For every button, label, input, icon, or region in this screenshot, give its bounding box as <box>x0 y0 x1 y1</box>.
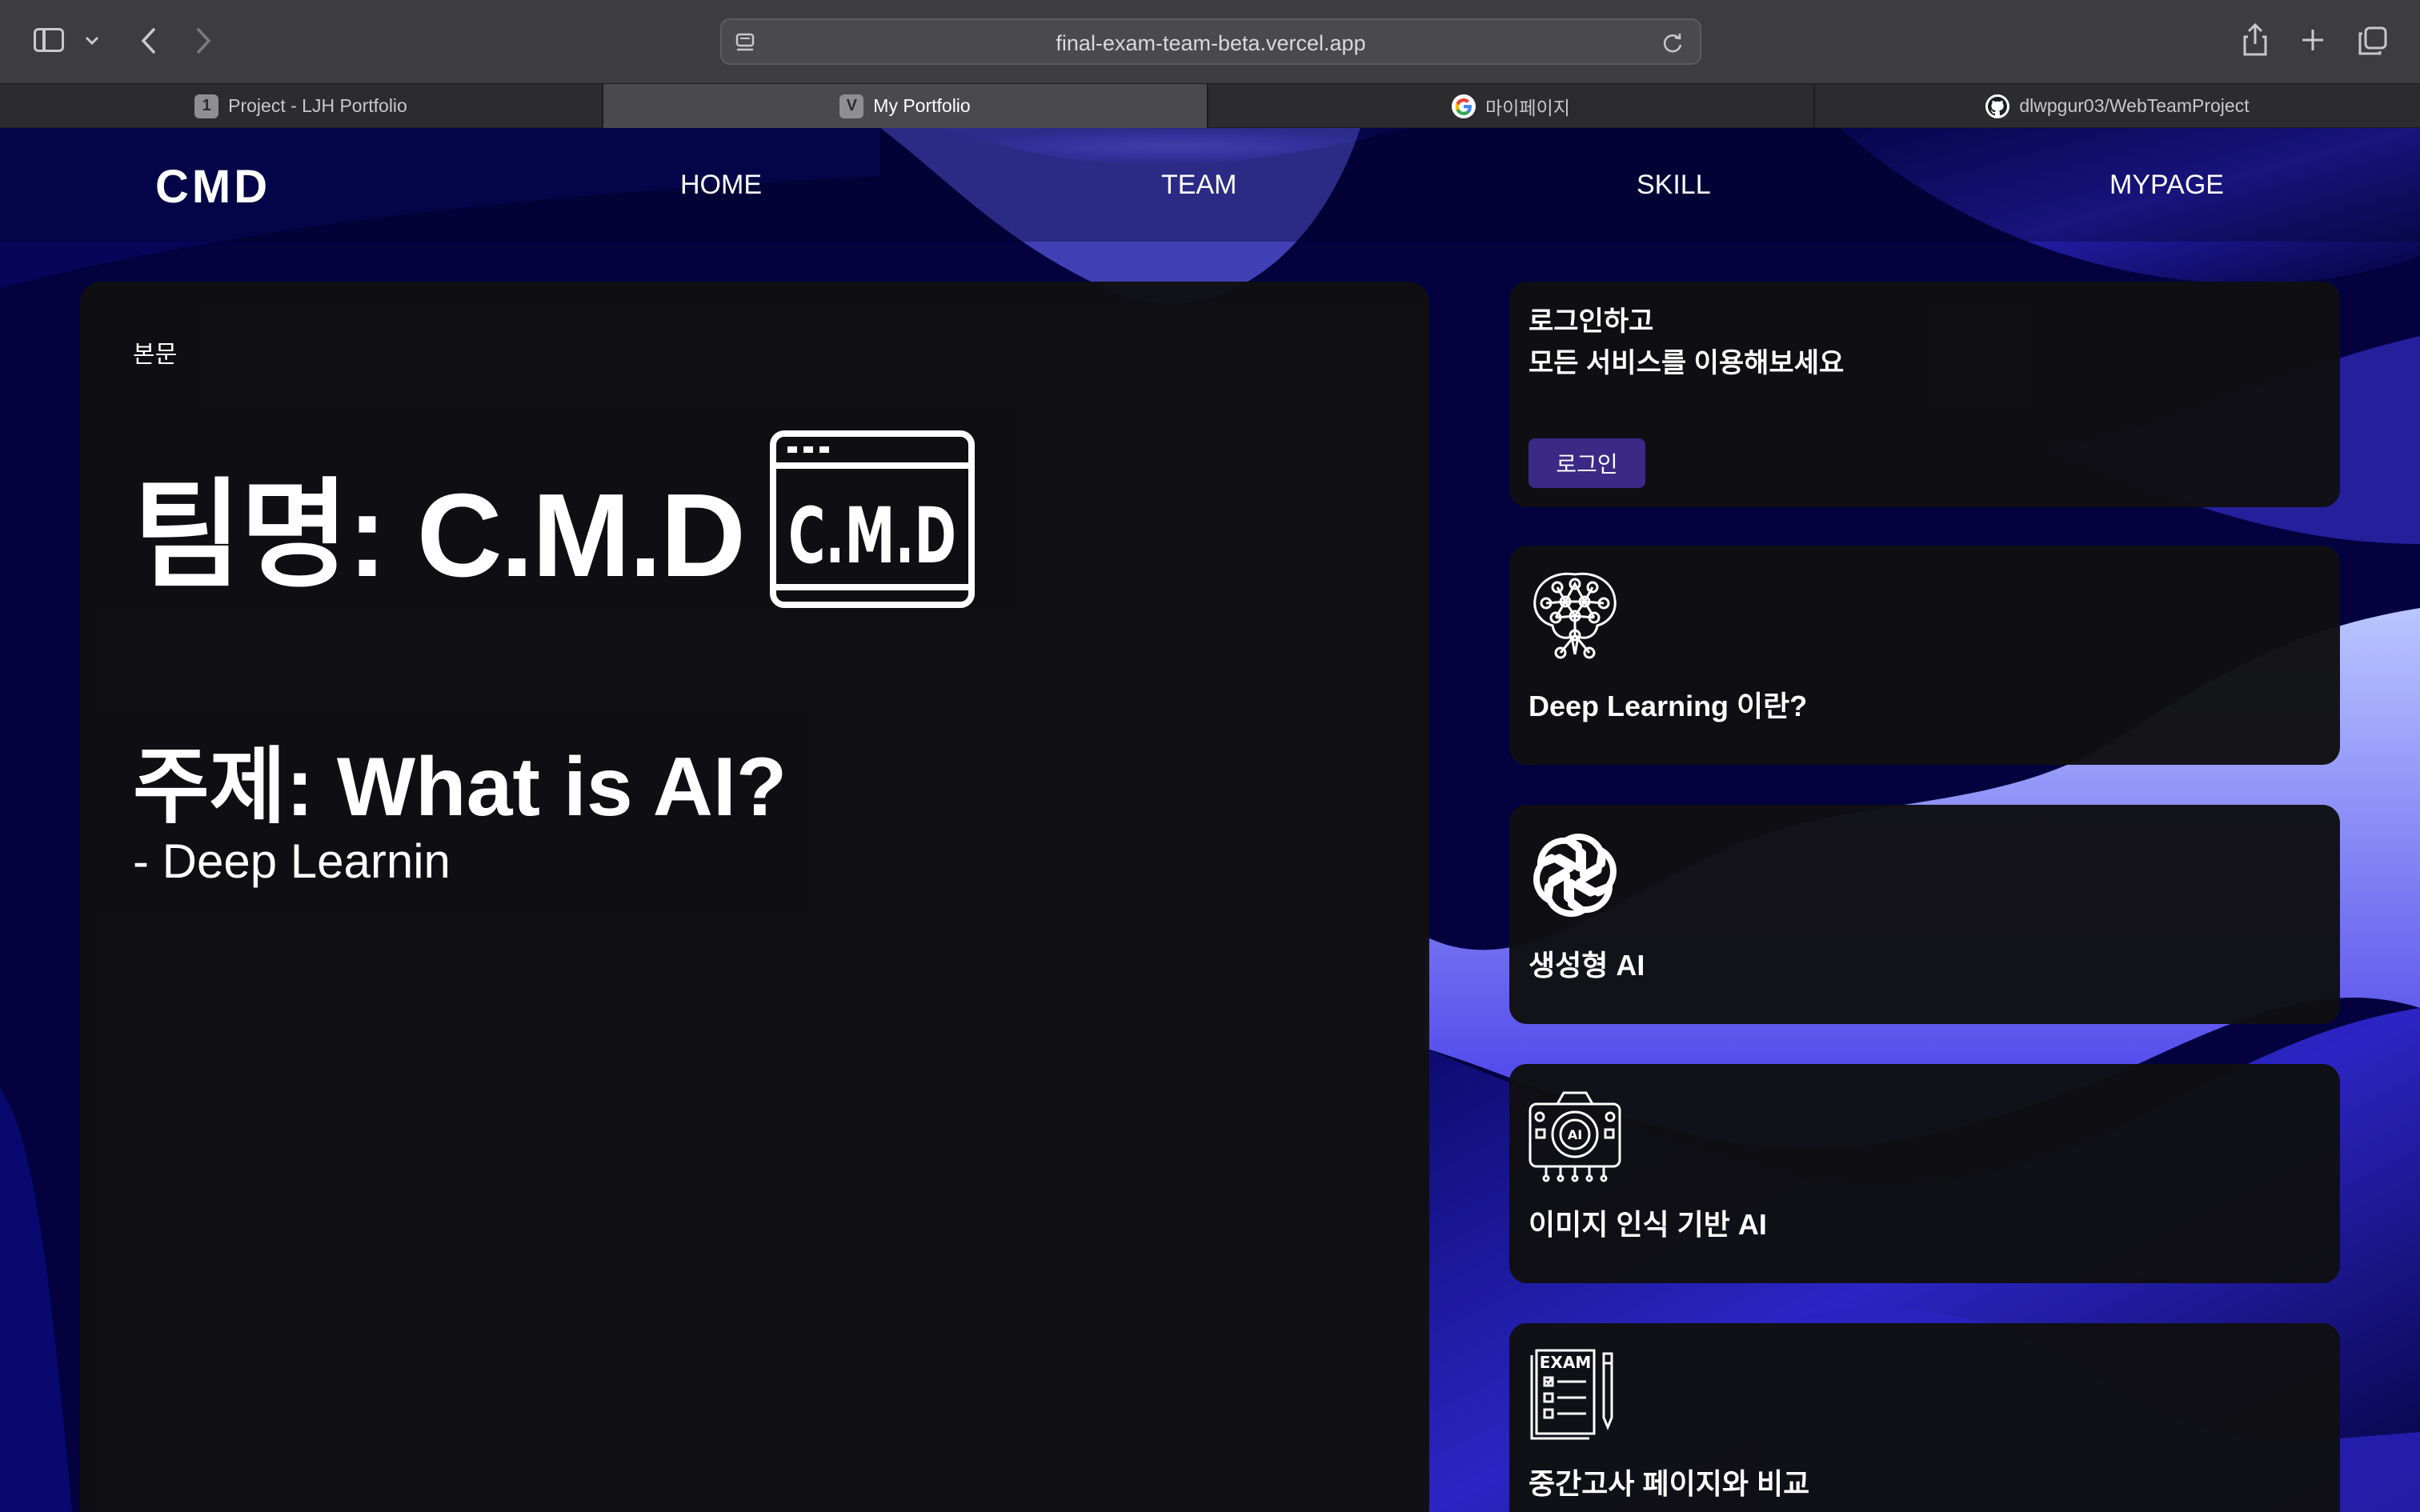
feature-card-deep-learning[interactable]: Deep Learning 이란? <box>1509 546 2340 765</box>
github-icon <box>1985 94 2010 118</box>
cmd-logo-text: C.M.D <box>788 491 956 581</box>
feature-title: Deep Learning 이란? <box>1529 690 1808 722</box>
team-title: 팀명: C.M.D <box>133 470 746 602</box>
feature-title: 중간고사 페이지와 비교 <box>1529 1467 1810 1500</box>
topic-title: 주제: What is AI? <box>133 741 787 834</box>
tab-my-portfolio[interactable]: V My Portfolio <box>603 84 1208 128</box>
feature-card-image-ai[interactable]: AI 이미지 인식 기반 AI <box>1509 1064 2340 1283</box>
tab-bar: 1 Project - LJH Portfolio V My Portfolio… <box>0 83 2420 128</box>
sidebar-toggle-icon[interactable] <box>30 24 67 56</box>
new-tab-icon[interactable] <box>2295 21 2330 59</box>
favicon-vercel-icon: V <box>839 94 864 118</box>
browser-toolbar: final-exam-team-beta.vercel.app <box>0 0 2420 83</box>
nav-skill[interactable]: SKILL <box>1637 170 1711 201</box>
google-icon <box>1452 94 1476 118</box>
site-header: CMD HOME TEAM SKILL MYPAGE <box>0 128 2420 242</box>
feature-title: 생성형 AI <box>1529 949 1645 982</box>
share-icon[interactable] <box>2238 18 2273 62</box>
login-prompt-line1: 로그인하고 <box>1529 306 1654 337</box>
address-bar[interactable]: final-exam-team-beta.vercel.app <box>720 18 1701 65</box>
login-card: 로그인하고 모든 서비스를 이용해보세요 로그인 <box>1509 282 2340 507</box>
tab-mypage[interactable]: 마이페이지 <box>1208 84 1815 128</box>
tab-label: dlwpgur03/WebTeamProject <box>2019 95 2250 116</box>
favicon-number-icon: 1 <box>194 94 219 118</box>
exam-icon: EXAM <box>1530 1349 1613 1440</box>
chevron-down-icon[interactable] <box>80 27 104 54</box>
feature-card-exam-compare[interactable]: EXAM 중간고사 페이지와 비교 <box>1509 1323 2340 1512</box>
tab-label: Project - LJH Portfolio <box>228 95 407 116</box>
forward-icon[interactable] <box>184 22 224 59</box>
login-button[interactable]: 로그인 <box>1529 438 1645 488</box>
ai-camera-icon: AI <box>1529 1091 1621 1182</box>
tab-label: 마이페이지 <box>1485 97 1570 118</box>
nav-team[interactable]: TEAM <box>1161 170 1236 201</box>
section-label: 본문 <box>133 342 178 368</box>
main-content-card: 본문 팀명: C.M.D C.M.D 주제: What is AI? - Dee… <box>80 282 1429 1512</box>
brain-network-icon <box>1533 572 1617 659</box>
back-icon[interactable] <box>128 22 168 59</box>
tab-project-ljh-portfolio[interactable]: 1 Project - LJH Portfolio <box>0 84 603 128</box>
topic-subtitle: - Deep Learnin <box>133 834 451 888</box>
cmd-browser-logo-icon: C.M.D <box>770 430 975 608</box>
feature-card-generative-ai[interactable]: 생성형 AI <box>1509 805 2340 1024</box>
feature-title: 이미지 인식 기반 AI <box>1529 1208 1767 1241</box>
tab-overview-icon[interactable] <box>2354 22 2391 59</box>
site-logo[interactable]: CMD <box>155 160 270 214</box>
url-text: final-exam-team-beta.vercel.app <box>1056 31 1366 55</box>
page-viewport: CMD HOME TEAM SKILL MYPAGE 본문 팀명: C.M.D … <box>0 128 2420 1512</box>
svg-text:EXAM: EXAM <box>1540 1353 1591 1372</box>
reload-icon[interactable] <box>1660 30 1685 56</box>
svg-text:AI: AI <box>1568 1127 1582 1142</box>
nav-mypage[interactable]: MYPAGE <box>2109 170 2224 201</box>
openai-icon <box>1533 834 1617 917</box>
tab-label: My Portfolio <box>873 95 971 116</box>
nav-home[interactable]: HOME <box>680 170 762 201</box>
login-prompt-line2: 모든 서비스를 이용해보세요 <box>1529 348 1845 378</box>
tab-github-webteamproject[interactable]: dlwpgur03/WebTeamProject <box>1815 84 2420 128</box>
login-prompt: 로그인하고 모든 서비스를 이용해보세요 <box>1529 301 1844 384</box>
